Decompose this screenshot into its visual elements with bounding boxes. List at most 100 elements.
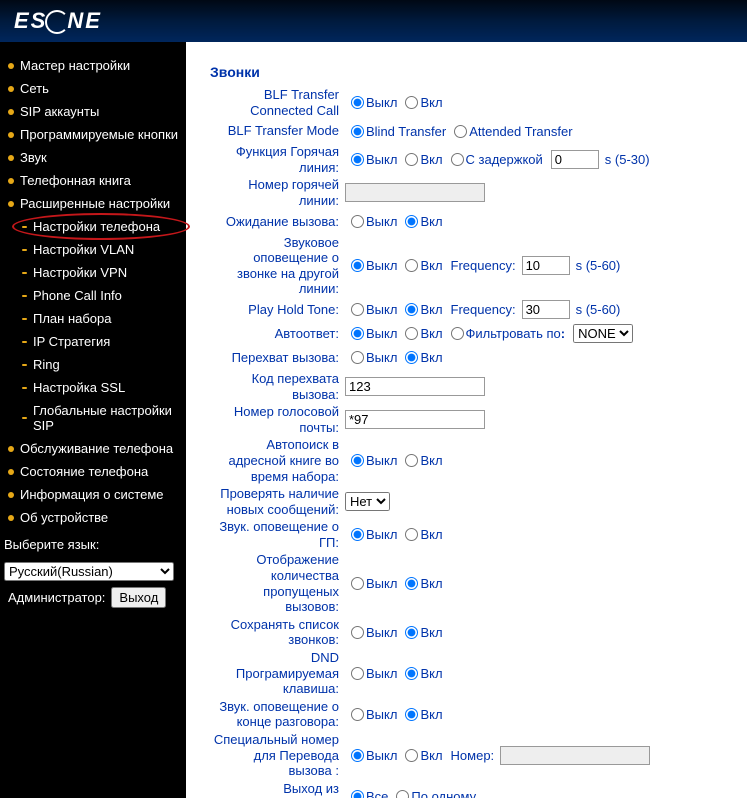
nav-sip[interactable]: SIP аккаунты (0, 100, 186, 123)
radio-aa-filter[interactable] (451, 327, 464, 340)
radio-label: По одному (411, 789, 476, 798)
radio-blf-attended[interactable] (454, 125, 467, 138)
radio-label: Фильтровать по (466, 326, 561, 341)
dash-icon (22, 295, 27, 297)
bullet-icon (8, 86, 14, 92)
nav-label: Телефонная книга (20, 173, 131, 188)
radio-aa-on[interactable] (405, 327, 418, 340)
radio-to-off[interactable] (351, 259, 364, 272)
spec-num-input[interactable] (500, 746, 650, 765)
pickup-code-input[interactable] (345, 377, 485, 396)
nav-ssl[interactable]: Настройка SSL (0, 376, 186, 399)
radio-to-on[interactable] (405, 259, 418, 272)
nav-sysinfo[interactable]: Информация о системе (0, 483, 186, 506)
nav-dialplan[interactable]: План набора (0, 307, 186, 330)
freq1-input[interactable] (522, 256, 570, 275)
radio-label: Вкл (420, 326, 442, 341)
dash-icon (22, 341, 27, 343)
radio-label: Вкл (420, 258, 442, 273)
radio-as-off[interactable] (351, 454, 364, 467)
radio-blf-conn-off[interactable] (351, 96, 364, 109)
radio-label: С задержкой (466, 152, 543, 167)
radio-mc-on[interactable] (405, 577, 418, 590)
radio-label: Вкл (420, 707, 442, 722)
label-voicemail: Номер голосовой почты: (210, 404, 345, 435)
radio-cw-on[interactable] (405, 215, 418, 228)
logo: ESNE (14, 8, 102, 34)
radio-sn-on[interactable] (405, 749, 418, 762)
nav-vpn[interactable]: Настройки VPN (0, 261, 186, 284)
hotline-delay-input[interactable] (551, 150, 599, 169)
radio-as-on[interactable] (405, 454, 418, 467)
check-msg-select[interactable]: Нет (345, 492, 390, 511)
nav-about[interactable]: Об устройстве (0, 506, 186, 529)
number-label: Номер: (451, 748, 495, 763)
nav-phone-settings[interactable]: Настройки телефона (0, 215, 186, 238)
autoanswer-filter-select[interactable]: NONE (573, 324, 633, 343)
radio-cw-off[interactable] (351, 215, 364, 228)
radio-ce-one[interactable] (396, 790, 409, 798)
nav-label: IP Стратегия (33, 334, 110, 349)
section-title: Звонки (210, 64, 737, 80)
radio-sc-on[interactable] (405, 626, 418, 639)
radio-aa-off[interactable] (351, 327, 364, 340)
voicemail-input[interactable] (345, 410, 485, 429)
app-header: ESNE (0, 0, 747, 42)
label-autoanswer: Автоответ: (210, 326, 345, 342)
radio-label: Attended Transfer (469, 124, 572, 139)
radio-hotline-off[interactable] (351, 153, 364, 166)
radio-label: Выкл (366, 707, 397, 722)
radio-label: Вкл (420, 152, 442, 167)
logout-button[interactable]: Выход (111, 587, 166, 608)
nav-vlan[interactable]: Настройки VLAN (0, 238, 186, 261)
label-hotline-num: Номер горячей линии: (210, 177, 345, 208)
radio-ce-all[interactable] (351, 790, 364, 798)
nav-status[interactable]: Состояние телефона (0, 460, 186, 483)
label-call-wait: Ожидание вызова: (210, 214, 345, 230)
radio-dk-on[interactable] (405, 667, 418, 680)
nav-maintenance[interactable]: Обслуживание телефона (0, 437, 186, 460)
nav-label: Настройки VLAN (33, 242, 134, 257)
nav-ipstrategy[interactable]: IP Стратегия (0, 330, 186, 353)
nav-label: Phone Call Info (33, 288, 122, 303)
label-gp-tone: Звук. оповещение о ГП: (210, 519, 345, 550)
radio-label: Выкл (366, 527, 397, 542)
nav-sound[interactable]: Звук (0, 146, 186, 169)
radio-mc-off[interactable] (351, 577, 364, 590)
nav-callinfo[interactable]: Phone Call Info (0, 284, 186, 307)
radio-blf-conn-on[interactable] (405, 96, 418, 109)
radio-dk-off[interactable] (351, 667, 364, 680)
nav-phonebook[interactable]: Телефонная книга (0, 169, 186, 192)
nav-advanced[interactable]: Расширенные настройки (0, 192, 186, 215)
nav-ring[interactable]: Ring (0, 353, 186, 376)
dash-icon (22, 318, 27, 320)
nav-label: Ring (33, 357, 60, 372)
nav-net[interactable]: Сеть (0, 77, 186, 100)
nav-keys[interactable]: Программируемые кнопки (0, 123, 186, 146)
freq2-input[interactable] (522, 300, 570, 319)
label-tone-other: Звуковое оповещение о звонке на другой л… (210, 235, 345, 297)
radio-ht-on[interactable] (405, 303, 418, 316)
bullet-icon (8, 63, 14, 69)
nav-global-sip[interactable]: Глобальные настройки SIP (0, 399, 186, 437)
radio-gp-on[interactable] (405, 528, 418, 541)
radio-gp-off[interactable] (351, 528, 364, 541)
radio-ht-off[interactable] (351, 303, 364, 316)
radio-et-on[interactable] (405, 708, 418, 721)
language-select[interactable]: Русский(Russian) (4, 562, 174, 581)
radio-pu-off[interactable] (351, 351, 364, 364)
radio-label: Выкл (366, 748, 397, 763)
radio-blf-blind[interactable] (351, 125, 364, 138)
radio-et-off[interactable] (351, 708, 364, 721)
suffix-text: s (5-30) (605, 152, 650, 167)
radio-label: Выкл (366, 350, 397, 365)
nav-master[interactable]: Мастер настройки (0, 54, 186, 77)
radio-pu-on[interactable] (405, 351, 418, 364)
radio-label: Все (366, 789, 388, 798)
hotline-num-input[interactable] (345, 183, 485, 202)
radio-sn-off[interactable] (351, 749, 364, 762)
radio-hotline-on[interactable] (405, 153, 418, 166)
radio-sc-off[interactable] (351, 626, 364, 639)
radio-hotline-delay[interactable] (451, 153, 464, 166)
suffix-text: s (5-60) (576, 258, 621, 273)
